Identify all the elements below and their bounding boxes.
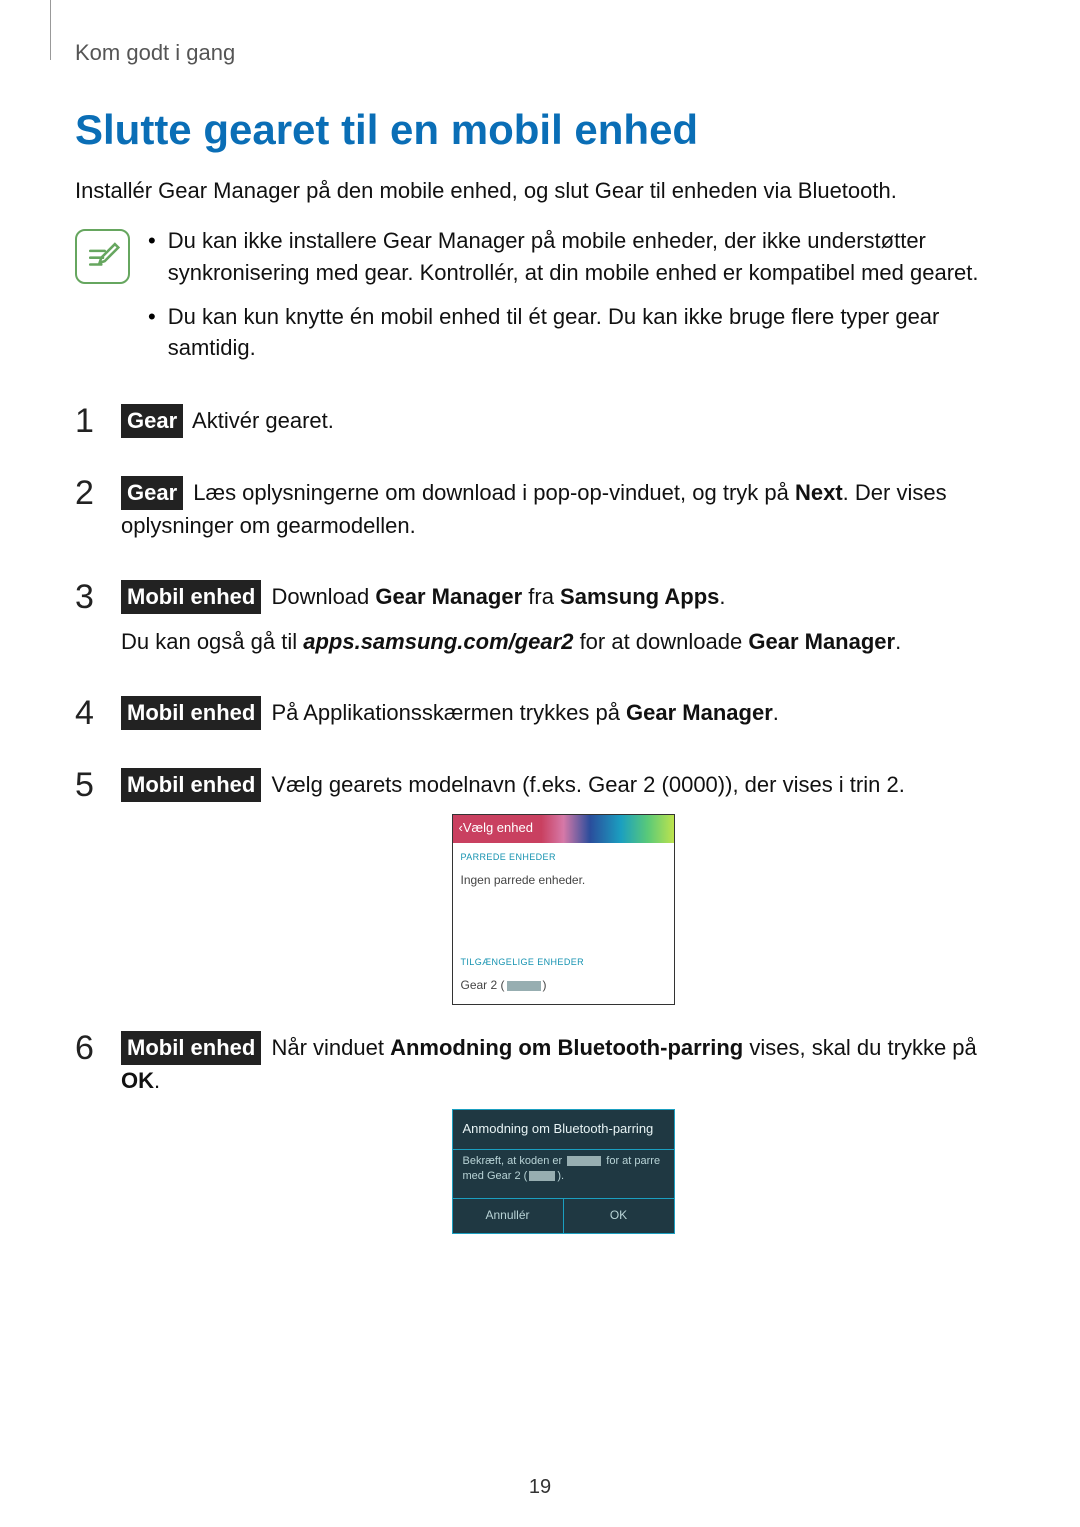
step-text: Når vinduet (265, 1035, 390, 1060)
emphasis: Gear Manager (375, 584, 522, 609)
step-4: 4 Mobil enhed På Applikationsskærmen try… (75, 696, 1005, 742)
tag-gear: Gear (121, 404, 183, 438)
emphasis: OK (121, 1068, 154, 1093)
page-number: 19 (0, 1476, 1080, 1499)
redacted-icon (529, 1171, 555, 1181)
step-text: Vælg gearets modelnavn (f.eks. Gear 2 (0… (265, 772, 905, 797)
paired-none: Ingen parrede enheder. (453, 870, 674, 948)
note-item: Du kan kun knytte én mobil enhed til ét … (148, 301, 1005, 365)
step-number: 1 (75, 404, 103, 450)
section-header: Kom godt i gang (75, 40, 1005, 66)
redacted-icon (507, 981, 541, 991)
tag-mobile: Mobil enhed (121, 768, 261, 802)
dialog-title: Anmodning om Bluetooth-parring (453, 1110, 674, 1149)
device-title-bar: ‹ Vælg enhed (453, 815, 674, 843)
emphasis: Gear Manager (748, 629, 895, 654)
note-block: Du kan ikke installere Gear Manager på m… (75, 225, 1005, 377)
step-number: 4 (75, 696, 103, 742)
available-label: TILGÆNGELIGE ENHEDER (453, 948, 674, 975)
step-5: 5 Mobil enhed Vælg gearets modelnavn (f.… (75, 768, 1005, 1005)
step-number: 3 (75, 580, 103, 670)
redacted-icon (567, 1156, 601, 1166)
step-text: På Applikationsskærmen trykkes på (265, 700, 626, 725)
notes-pencil-icon (86, 239, 120, 273)
note-icon (75, 229, 130, 284)
step-text: fra (522, 584, 560, 609)
tag-gear: Gear (121, 476, 183, 510)
step-text: Du kan også gå til (121, 629, 303, 654)
steps-list: 1 Gear Aktivér gearet. 2 Gear Læs oplysn… (75, 404, 1005, 1234)
step-text: . (154, 1068, 160, 1093)
device-title-text: Vælg enhed (463, 819, 533, 838)
step-1: 1 Gear Aktivér gearet. (75, 404, 1005, 450)
step-text: . (773, 700, 779, 725)
intro-text: Installér Gear Manager på den mobile enh… (75, 176, 1005, 207)
step-2: 2 Gear Læs oplysningerne om download i p… (75, 476, 1005, 554)
link-text: apps.samsung.com/gear2 (303, 629, 573, 654)
step-number: 5 (75, 768, 103, 1005)
note-item: Du kan ikke installere Gear Manager på m… (148, 225, 1005, 289)
step-text: . (895, 629, 901, 654)
tag-mobile: Mobil enhed (121, 1031, 261, 1065)
emphasis: Anmodning om Bluetooth-parring (390, 1035, 743, 1060)
step-number: 2 (75, 476, 103, 554)
note-list: Du kan ikke installere Gear Manager på m… (148, 225, 1005, 377)
step-6: 6 Mobil enhed Når vinduet Anmodning om B… (75, 1031, 1005, 1234)
dialog-body: Bekræft, at koden er for at parre med Ge… (453, 1149, 674, 1200)
emphasis: Samsung Apps (560, 584, 719, 609)
cancel-button[interactable]: Annullér (453, 1199, 564, 1232)
available-device: Gear 2 () (453, 975, 674, 1004)
emphasis: Next (795, 480, 843, 505)
tag-mobile: Mobil enhed (121, 696, 261, 730)
step-text: . (719, 584, 725, 609)
tag-mobile: Mobil enhed (121, 580, 261, 614)
step-3: 3 Mobil enhed Download Gear Manager fra … (75, 580, 1005, 670)
emphasis: Gear Manager (626, 700, 773, 725)
step-text: vises, skal du trykke på (743, 1035, 977, 1060)
paired-label: PARREDE ENHEDER (453, 843, 674, 870)
dialog-buttons: Annullér OK (453, 1199, 674, 1232)
step-text: Læs oplysningerne om download i pop-op-v… (187, 480, 795, 505)
step-number: 6 (75, 1031, 103, 1234)
step-text: Download (265, 584, 375, 609)
device-screenshot: ‹ Vælg enhed PARREDE ENHEDER Ingen parre… (452, 814, 675, 1005)
page-title: Slutte gearet til en mobil enhed (75, 106, 1005, 154)
step-text: Aktivér gearet. (187, 408, 334, 433)
ok-button[interactable]: OK (564, 1199, 674, 1232)
bluetooth-dialog: Anmodning om Bluetooth-parring Bekræft, … (452, 1109, 675, 1234)
step-text: for at downloade (573, 629, 748, 654)
